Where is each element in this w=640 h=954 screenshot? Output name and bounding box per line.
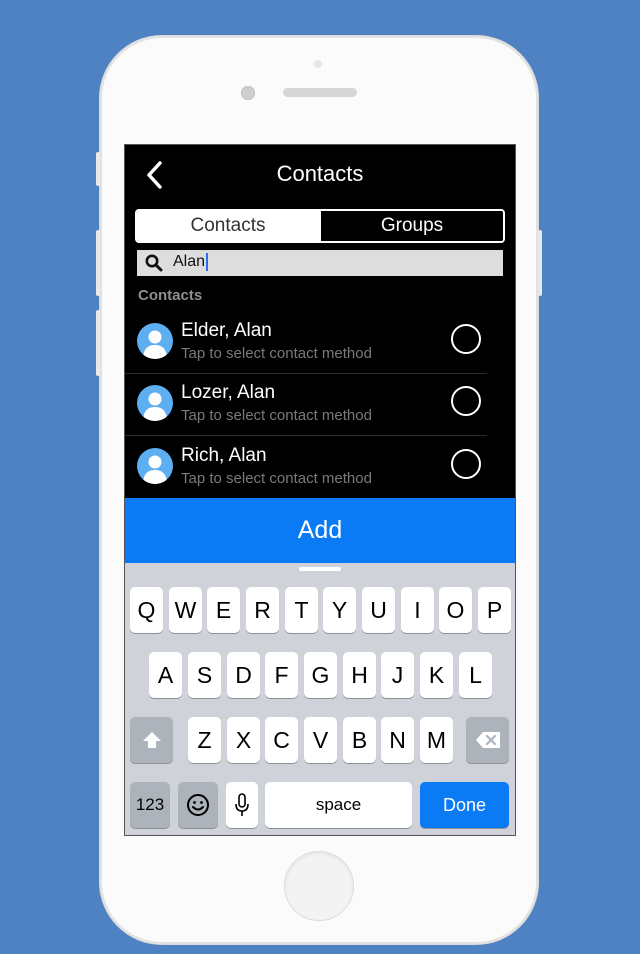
- earpiece-speaker: [283, 88, 357, 97]
- person-icon: [137, 448, 173, 484]
- home-button[interactable]: [284, 851, 354, 921]
- numbers-key[interactable]: 123: [130, 782, 170, 828]
- key-f[interactable]: F: [265, 652, 298, 698]
- key-j[interactable]: J: [381, 652, 414, 698]
- microphone-icon: [235, 793, 249, 816]
- tab-groups[interactable]: Groups: [319, 211, 503, 241]
- emoji-icon: [187, 794, 209, 816]
- tab-contacts[interactable]: Contacts: [137, 211, 319, 241]
- volume-up-button: [96, 230, 100, 296]
- key-v[interactable]: V: [304, 717, 337, 763]
- contact-name: Lozer, Alan: [181, 382, 276, 403]
- key-u[interactable]: U: [362, 587, 395, 633]
- key-s[interactable]: S: [188, 652, 221, 698]
- key-p[interactable]: P: [478, 587, 511, 633]
- space-key[interactable]: space: [265, 782, 412, 828]
- key-x[interactable]: X: [227, 717, 260, 763]
- key-q[interactable]: Q: [130, 587, 163, 633]
- contact-subtitle: Tap to select contact method: [181, 470, 372, 487]
- done-key[interactable]: Done: [420, 782, 509, 828]
- shift-icon: [142, 732, 161, 748]
- search-icon: [145, 254, 163, 272]
- search-input[interactable]: Alan: [173, 253, 209, 271]
- key-d[interactable]: D: [227, 652, 260, 698]
- contact-name: Elder, Alan: [181, 320, 272, 341]
- key-k[interactable]: K: [420, 652, 453, 698]
- page-title: Contacts: [276, 161, 364, 186]
- contact-row[interactable]: Elder, Alan Tap to select contact method: [125, 312, 487, 374]
- person-icon: [137, 323, 173, 359]
- app-screen: Contacts Contacts Groups Alan Contacts E…: [124, 144, 516, 836]
- key-z[interactable]: Z: [188, 717, 221, 763]
- front-camera: [241, 86, 255, 100]
- key-y[interactable]: Y: [323, 587, 356, 633]
- contact-subtitle: Tap to select contact method: [181, 345, 372, 362]
- search-value: Alan: [173, 253, 206, 271]
- dictation-key[interactable]: [226, 782, 258, 828]
- keyboard-handle: [299, 567, 341, 571]
- key-i[interactable]: I: [401, 587, 434, 633]
- contact-subtitle: Tap to select contact method: [181, 407, 372, 424]
- contact-row[interactable]: Lozer, Alan Tap to select contact method: [125, 374, 487, 436]
- delete-icon: [475, 732, 500, 748]
- select-radio[interactable]: [451, 324, 481, 354]
- key-c[interactable]: C: [265, 717, 298, 763]
- key-r[interactable]: R: [246, 587, 279, 633]
- power-button: [538, 230, 542, 296]
- proximity-sensor: [314, 60, 322, 68]
- key-l[interactable]: L: [459, 652, 492, 698]
- emoji-key[interactable]: [178, 782, 218, 828]
- key-h[interactable]: H: [343, 652, 376, 698]
- key-b[interactable]: B: [343, 717, 376, 763]
- add-button[interactable]: Add: [125, 498, 515, 563]
- contact-row[interactable]: Rich, Alan Tap to select contact method: [125, 437, 487, 499]
- key-a[interactable]: A: [149, 652, 182, 698]
- key-e[interactable]: E: [207, 587, 240, 633]
- key-o[interactable]: O: [439, 587, 472, 633]
- contact-name: Rich, Alan: [181, 445, 267, 466]
- key-m[interactable]: M: [420, 717, 453, 763]
- shift-key[interactable]: [130, 717, 173, 763]
- select-radio[interactable]: [451, 386, 481, 416]
- delete-key[interactable]: [466, 717, 509, 763]
- row-divider: [125, 435, 487, 436]
- key-g[interactable]: G: [304, 652, 337, 698]
- key-t[interactable]: T: [285, 587, 318, 633]
- navigation-bar: Contacts: [125, 145, 515, 205]
- person-icon: [137, 385, 173, 421]
- search-field[interactable]: Alan: [137, 250, 503, 276]
- text-cursor: [206, 253, 209, 271]
- key-n[interactable]: N: [381, 717, 414, 763]
- segmented-control: Contacts Groups: [135, 209, 505, 243]
- keyboard: Q W E R T Y U I O P A S D F G H J K L Z …: [125, 563, 515, 835]
- mute-switch: [96, 152, 100, 186]
- section-header: Contacts: [138, 287, 203, 304]
- select-radio[interactable]: [451, 449, 481, 479]
- key-w[interactable]: W: [169, 587, 202, 633]
- volume-down-button: [96, 310, 100, 376]
